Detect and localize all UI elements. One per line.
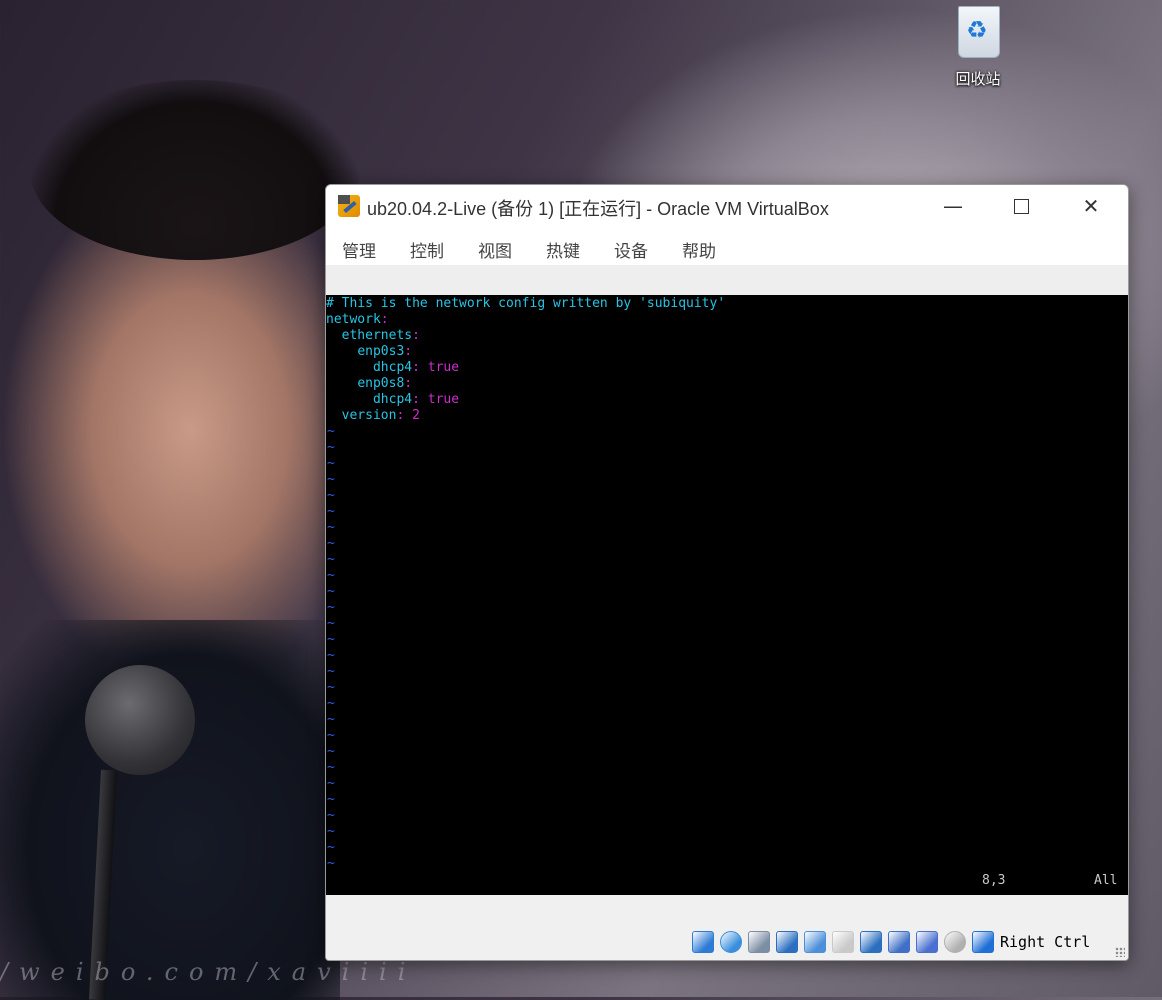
toolbar-strip	[326, 265, 1128, 295]
terminal-line: enp0s3:	[357, 344, 413, 359]
video-capture-icon[interactable]	[888, 931, 910, 953]
yaml-value: 2	[412, 408, 420, 423]
vim-empty-line-marker: ~	[327, 504, 335, 519]
minimize-icon: —	[943, 194, 963, 218]
virtualbox-window: ub20.04.2-Live (备份 1) [正在运行] - Oracle VM…	[325, 184, 1129, 961]
yaml-key: enp0s3	[357, 344, 405, 359]
menu-view[interactable]: 视图	[478, 237, 512, 262]
yaml-key: dhcp4	[372, 360, 413, 375]
terminal-line: enp0s8:	[357, 376, 413, 391]
menu-control[interactable]: 控制	[410, 237, 444, 262]
menu-help[interactable]: 帮助	[682, 237, 716, 262]
vm-display[interactable]: 8,3 All # This is the network config wri…	[326, 295, 1128, 895]
vim-empty-line-marker: ~	[327, 696, 335, 711]
optical-drive-icon[interactable]	[720, 931, 742, 953]
vim-empty-line-marker: ~	[327, 840, 335, 855]
vim-scroll-indicator: All	[1094, 873, 1118, 888]
hard-disk-icon[interactable]	[692, 931, 714, 953]
terminal-line: ethernets:	[341, 328, 420, 343]
resize-grip[interactable]	[1115, 947, 1125, 957]
vim-empty-line-marker: ~	[327, 856, 335, 871]
network-icon[interactable]	[776, 931, 798, 953]
window-title: ub20.04.2-Live (备份 1) [正在运行] - Oracle VM…	[367, 199, 829, 219]
terminal-line: dhcp4: true	[372, 392, 460, 407]
yaml-key: version	[341, 408, 397, 423]
vim-empty-line-marker: ~	[327, 584, 335, 599]
menu-machine[interactable]: 管理	[342, 237, 376, 262]
mouse-integration-icon[interactable]	[944, 931, 966, 953]
maximize-button[interactable]	[998, 185, 1044, 227]
vim-empty-line-marker: ~	[327, 792, 335, 807]
yaml-value: true	[427, 392, 460, 407]
minimize-button[interactable]: —	[930, 185, 976, 227]
yaml-key: network	[326, 312, 381, 327]
vim-empty-line-marker: ~	[327, 648, 335, 663]
vim-empty-line-marker: ~	[327, 600, 335, 615]
recycle-bin-icon: ♻	[952, 0, 1004, 58]
vim-empty-line-marker: ~	[327, 760, 335, 775]
vt-x-icon[interactable]	[916, 931, 938, 953]
host-key-label: Right Ctrl	[1000, 933, 1091, 951]
audio-icon[interactable]	[748, 931, 770, 953]
vim-empty-line-marker: ~	[327, 424, 335, 439]
title-bar[interactable]: ub20.04.2-Live (备份 1) [正在运行] - Oracle VM…	[326, 185, 1128, 227]
vim-empty-line-marker: ~	[327, 776, 335, 791]
vim-empty-line-marker: ~	[327, 440, 335, 455]
recycle-bin-label: 回收站	[955, 70, 1001, 88]
close-button[interactable]: ✕	[1068, 185, 1114, 227]
vim-empty-line-marker: ~	[327, 488, 335, 503]
desktop-recycle-bin[interactable]: ♻ 回收站	[938, 0, 1018, 89]
wallpaper-microphone	[85, 665, 195, 775]
vim-empty-line-marker: ~	[327, 824, 335, 839]
yaml-key: ethernets	[341, 328, 413, 343]
vim-empty-line-marker: ~	[327, 632, 335, 647]
wallpaper-watermark: /weibo.com/xaviiii	[0, 958, 417, 986]
vim-empty-line-marker: ~	[327, 520, 335, 535]
keyboard-capture-icon[interactable]	[972, 931, 994, 953]
shared-folders-icon[interactable]	[832, 931, 854, 953]
vim-empty-line-marker: ~	[327, 552, 335, 567]
vim-empty-line-marker: ~	[327, 728, 335, 743]
vim-empty-line-marker: ~	[327, 744, 335, 759]
virtualbox-app-icon	[338, 195, 360, 217]
usb-icon[interactable]	[804, 931, 826, 953]
terminal-line: version: 2	[341, 408, 420, 423]
vim-empty-line-marker: ~	[327, 616, 335, 631]
vim-empty-line-marker: ~	[327, 680, 335, 695]
wallpaper-hair	[30, 80, 360, 260]
vim-empty-line-marker: ~	[327, 568, 335, 583]
terminal-line: network:	[326, 312, 389, 327]
vim-empty-line-marker: ~	[327, 456, 335, 471]
vim-empty-line-marker: ~	[327, 712, 335, 727]
yaml-comment: # This is the network config written by …	[326, 296, 726, 311]
yaml-value: true	[427, 360, 460, 375]
vim-empty-line-marker: ~	[327, 664, 335, 679]
display-icon[interactable]	[860, 931, 882, 953]
vim-empty-line-marker: ~	[327, 808, 335, 823]
menu-devices[interactable]: 设备	[614, 237, 648, 262]
yaml-key: dhcp4	[372, 392, 413, 407]
menu-bar: 管理 控制 视图 热键 设备 帮助	[326, 227, 1128, 265]
maximize-icon	[1013, 198, 1029, 214]
vim-empty-line-marker: ~	[327, 472, 335, 487]
status-bar: Right Ctrl	[326, 895, 1128, 960]
close-icon: ✕	[1082, 194, 1100, 218]
menu-hotkeys[interactable]: 热键	[546, 237, 580, 262]
terminal-line: # This is the network config written by …	[326, 296, 725, 312]
vim-empty-line-marker: ~	[327, 536, 335, 551]
vim-cursor-position: 8,3	[982, 873, 1006, 888]
terminal-line: dhcp4: true	[372, 360, 460, 375]
yaml-key: enp0s8	[357, 376, 405, 391]
